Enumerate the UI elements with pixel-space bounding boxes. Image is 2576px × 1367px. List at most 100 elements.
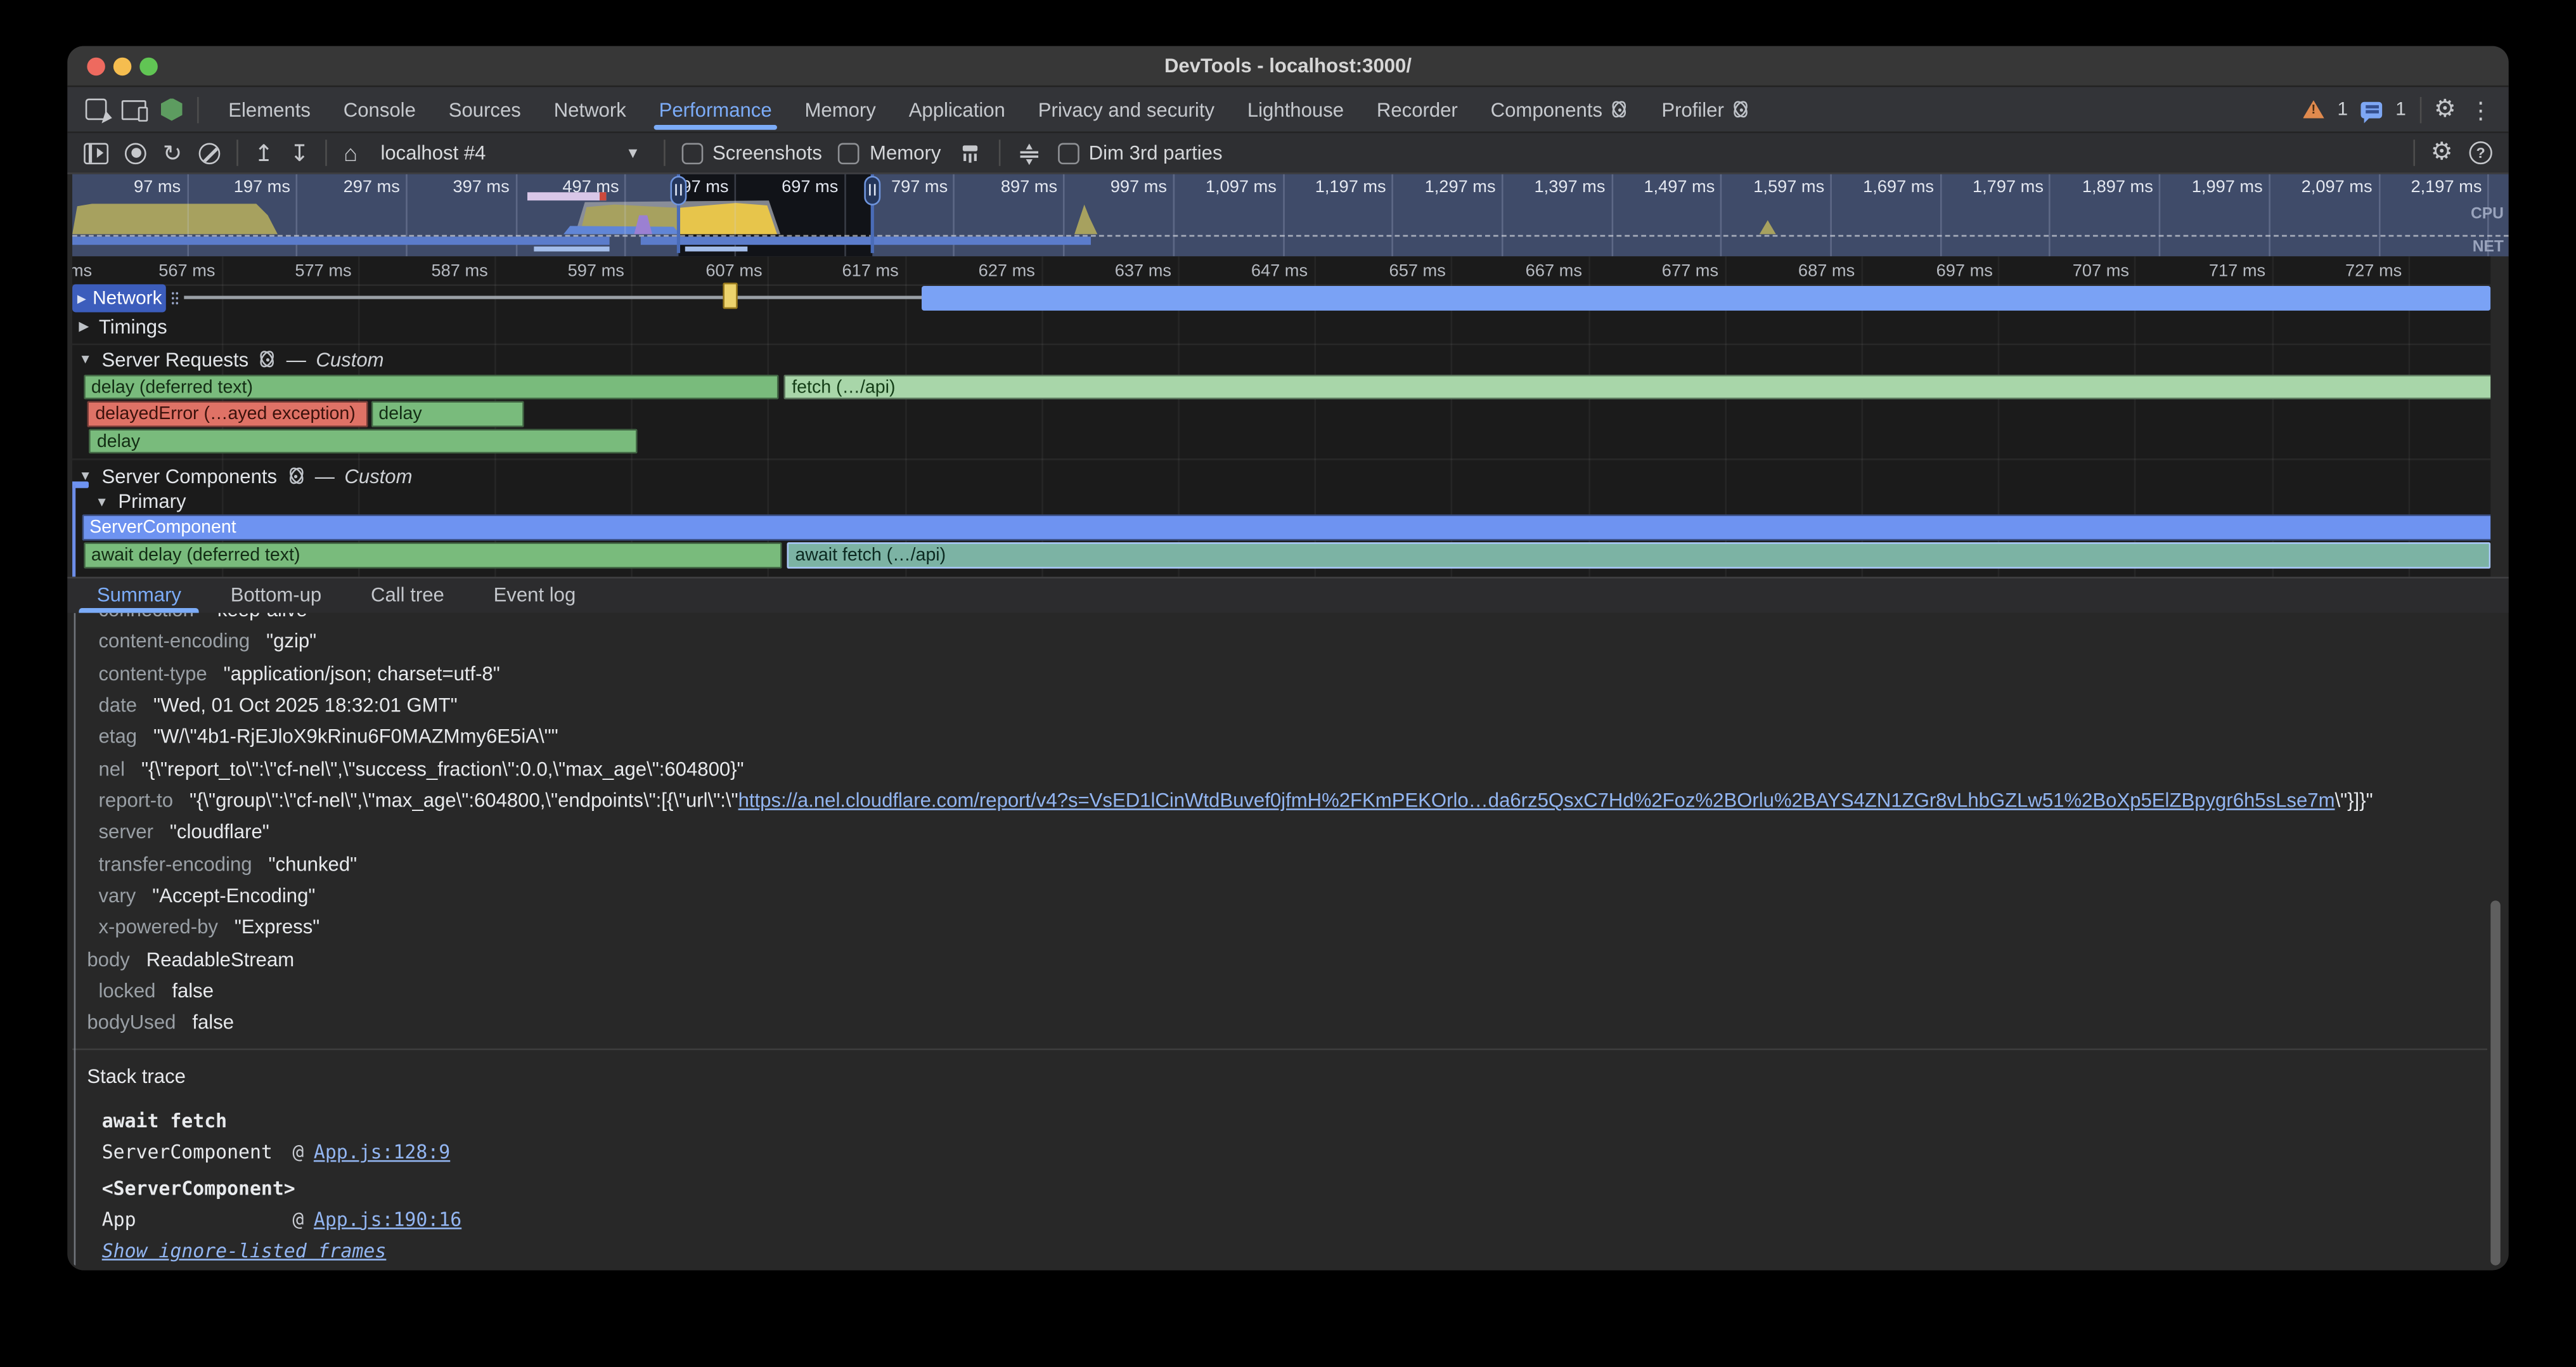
- help-icon[interactable]: ?: [2470, 141, 2492, 164]
- checkbox-box[interactable]: [839, 142, 860, 164]
- checkbox-box[interactable]: [1057, 142, 1079, 164]
- flame-bar[interactable]: delay: [370, 401, 524, 426]
- custom-track-badge: Custom: [344, 464, 412, 487]
- history-dropdown-value: localhost #4: [380, 141, 486, 164]
- dim-3rd-parties-checkbox[interactable]: Dim 3rd parties: [1057, 141, 1222, 164]
- summary-row: content-encoding"gzip": [72, 626, 2487, 658]
- property-value: ReadableStream: [146, 945, 294, 976]
- summary-scrollbar-thumb[interactable]: [2490, 900, 2499, 1265]
- server-requests-track-header[interactable]: ▼ Server Requests — Custom: [79, 347, 383, 372]
- section-divider: [72, 1048, 2487, 1050]
- network-request-bar[interactable]: [922, 285, 2490, 310]
- collapse-triangle-icon[interactable]: ▼: [79, 352, 92, 366]
- expand-triangle-icon[interactable]: ▶: [79, 319, 89, 334]
- overview-tick-label: 2,197 ms: [2411, 178, 2482, 197]
- settings-gear-icon[interactable]: ⚙: [2434, 98, 2456, 120]
- overview-tick-label: 697 ms: [782, 178, 838, 197]
- tab-network[interactable]: Network: [538, 87, 643, 131]
- ruler-tick-label: 657 ms: [1389, 261, 1446, 281]
- overview-right-handle[interactable]: [864, 176, 880, 205]
- flame-bar[interactable]: delay: [89, 428, 638, 453]
- save-profile-icon[interactable]: ↧: [290, 141, 309, 164]
- collect-garbage-icon[interactable]: [957, 141, 982, 165]
- track-drag-grip[interactable]: [171, 291, 179, 306]
- flame-bar[interactable]: ServerComponent: [81, 514, 2490, 540]
- expand-triangle-icon[interactable]: ▶: [77, 292, 86, 305]
- track-separator: [72, 342, 2490, 344]
- report-to-url-link[interactable]: https://a.nel.cloudflare.com/report/v4?s…: [738, 789, 2335, 812]
- kebab-menu-icon[interactable]: ⋮: [2470, 98, 2492, 120]
- divider: [326, 139, 328, 165]
- inspect-element-icon[interactable]: [86, 99, 107, 120]
- summary-row: server"cloudflare": [72, 817, 2487, 849]
- react-atom-icon: [1611, 100, 1629, 119]
- details-tab-call-tree[interactable]: Call tree: [368, 578, 448, 613]
- screenshots-checkbox[interactable]: Screenshots: [681, 141, 822, 164]
- flame-bar[interactable]: fetch (…/api): [783, 374, 2490, 399]
- primary-lane-header[interactable]: ▼ Primary: [95, 489, 186, 514]
- tab-label: Profiler: [1661, 98, 1724, 120]
- tab-profiler[interactable]: Profiler: [1645, 87, 1767, 131]
- flame-bar[interactable]: await fetch (…/api): [787, 542, 2490, 567]
- live-metrics-home-icon[interactable]: ⌂: [344, 141, 357, 164]
- record-button[interactable]: [125, 142, 146, 164]
- tab-memory[interactable]: Memory: [789, 87, 892, 131]
- divider: [197, 96, 199, 122]
- ruler-tick-label: 617 ms: [842, 261, 898, 281]
- tab-sources[interactable]: Sources: [432, 87, 538, 131]
- device-toolbar-icon[interactable]: [122, 100, 146, 119]
- source-location-link[interactable]: App.js:190:16: [314, 1204, 461, 1236]
- tab-console[interactable]: Console: [327, 87, 432, 131]
- details-tab-summary[interactable]: Summary: [94, 578, 184, 613]
- warning-icon[interactable]: [2303, 100, 2324, 119]
- property-key: content-encoding: [99, 626, 250, 658]
- tab-privacy-and-security[interactable]: Privacy and security: [1022, 87, 1231, 131]
- flame-bar[interactable]: delayedError (…ayed exception): [87, 401, 368, 426]
- network-request-short[interactable]: [722, 283, 737, 309]
- custom-track-badge: Custom: [316, 347, 383, 370]
- message-count: 1: [2395, 100, 2406, 119]
- title-bar[interactable]: DevTools - localhost:3000/: [67, 46, 2508, 87]
- details-tab-bottom-up[interactable]: Bottom-up: [228, 578, 325, 613]
- tab-elements[interactable]: Elements: [212, 87, 327, 131]
- checkbox-box[interactable]: [681, 142, 703, 164]
- memory-checkbox[interactable]: Memory: [839, 141, 941, 164]
- show-ignore-listed-frames-link[interactable]: Show ignore-listed frames: [102, 1236, 387, 1268]
- tab-application[interactable]: Application: [892, 87, 1022, 131]
- overview-gridline: [2269, 174, 2270, 257]
- ruler-tick-label: 647 ms: [1251, 261, 1308, 281]
- property-key: body: [87, 945, 129, 976]
- flame-bar[interactable]: await delay (deferred text): [83, 542, 782, 567]
- details-tab-event-log[interactable]: Event log: [490, 578, 579, 613]
- tab-label: Privacy and security: [1038, 98, 1214, 120]
- tab-lighthouse[interactable]: Lighthouse: [1231, 87, 1360, 131]
- issues-message-icon[interactable]: [2361, 101, 2383, 117]
- cpu-activity-shape-olive: [72, 204, 278, 234]
- flame-bar[interactable]: delay (deferred text): [83, 374, 778, 399]
- capture-settings-gear-icon[interactable]: ⚙: [2431, 141, 2453, 164]
- timings-track-header[interactable]: ▶ Timings: [79, 314, 167, 339]
- divider: [2412, 139, 2414, 165]
- collapse-triangle-icon[interactable]: ▼: [95, 494, 108, 509]
- network-track-header[interactable]: ▶ Network: [72, 284, 166, 312]
- ruler-tick-label: 707 ms: [2073, 261, 2129, 281]
- tab-recorder[interactable]: Recorder: [1360, 87, 1474, 131]
- ruler-tick-label: 627 ms: [979, 261, 1035, 281]
- overview-left-handle[interactable]: [670, 176, 686, 205]
- devtools-window: DevTools - localhost:3000/ ElementsConso…: [67, 46, 2508, 1271]
- reload-and-record-icon[interactable]: ↻: [163, 141, 182, 164]
- collapse-tracks-icon[interactable]: [1017, 139, 1041, 167]
- source-location-link[interactable]: App.js:128:9: [314, 1137, 450, 1169]
- timeline-overview[interactable]: 97 ms197 ms297 ms397 ms497 ms597 ms697 m…: [72, 174, 2509, 257]
- tab-performance[interactable]: Performance: [643, 87, 789, 131]
- history-dropdown[interactable]: localhost #4 ▼: [374, 141, 647, 164]
- net-lane-label: NET: [2473, 238, 2504, 257]
- server-components-track-header[interactable]: ▼ Server Components — Custom: [79, 463, 412, 488]
- toggle-sidebar-icon[interactable]: [84, 142, 108, 164]
- load-profile-icon[interactable]: ↥: [254, 141, 273, 164]
- net-activity-bar: [72, 237, 610, 245]
- tab-components[interactable]: Components: [1474, 87, 1645, 131]
- flame-chart[interactable]: ms567 ms577 ms587 ms597 ms607 ms617 ms62…: [72, 256, 2490, 576]
- clear-recording-icon[interactable]: [198, 142, 220, 164]
- nodejs-devtools-icon[interactable]: [161, 98, 183, 120]
